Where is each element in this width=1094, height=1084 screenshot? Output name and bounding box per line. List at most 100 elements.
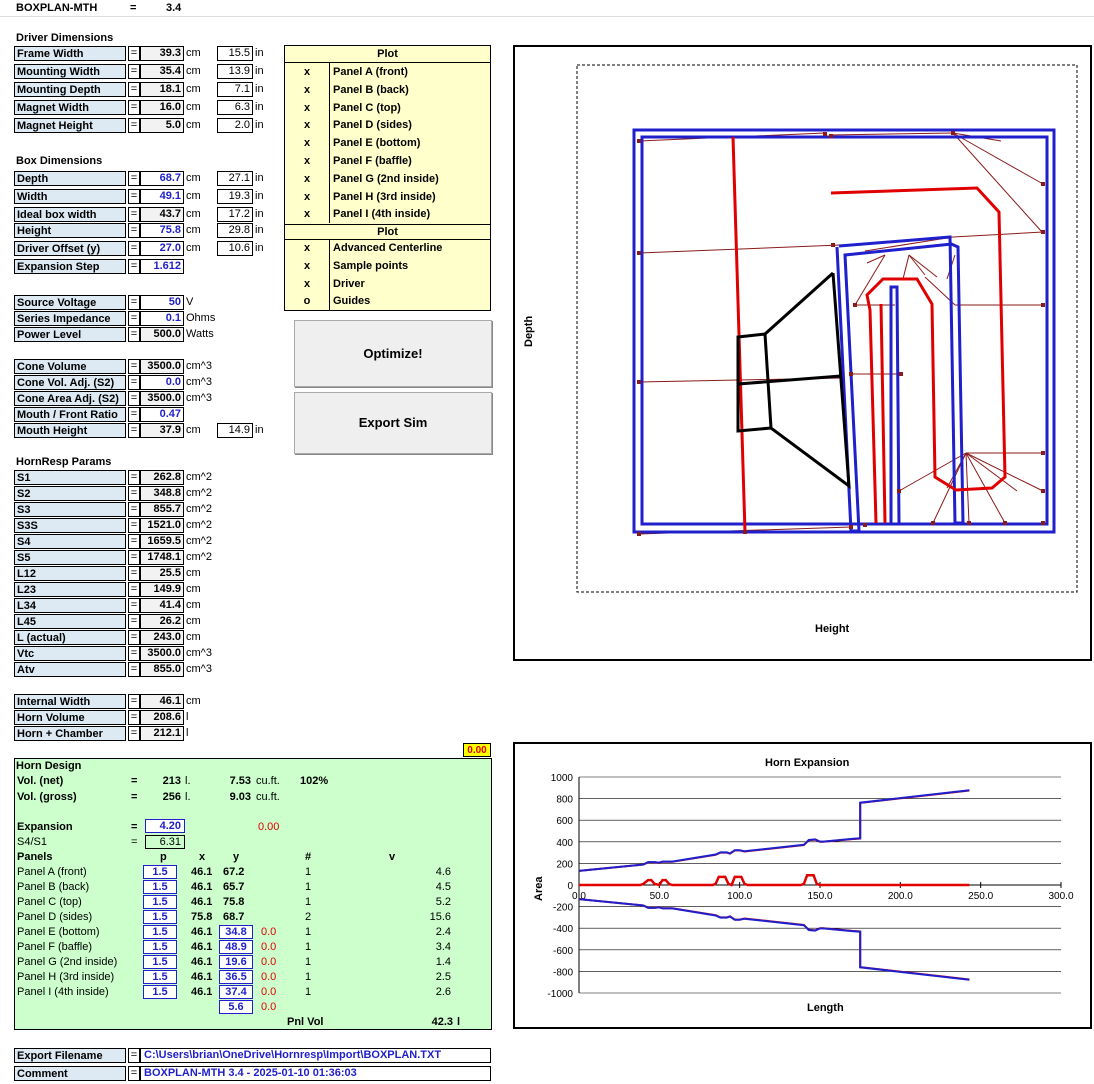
- horn-design-panel: Vol. (net) = 213 l. 7.53 cu.ft. 102% Vol…: [14, 758, 492, 1030]
- plot-item[interactable]: o Guides: [285, 292, 490, 311]
- horn-expansion-svg: 10008006004002000-200-400-600-800-10000.…: [547, 773, 1074, 1000]
- row-unit: Ohms: [186, 312, 216, 324]
- row-label: L (actual): [14, 630, 126, 645]
- row-eq: =: [128, 118, 140, 133]
- plot-item[interactable]: x Panel D (sides): [285, 116, 490, 135]
- plot-options-box: Plot x Advanced Centerline x Sample points x…: [284, 224, 491, 311]
- panel-x: 46.1: [191, 986, 213, 998]
- panel-y-input[interactable]: 19.6: [219, 955, 253, 969]
- row-value[interactable]: 75.8: [140, 223, 184, 238]
- export-filename-input[interactable]: C:\Users\brian\OneDrive\Hornresp\Import\…: [140, 1048, 491, 1063]
- plot-item[interactable]: x Advanced Centerline: [285, 239, 490, 257]
- row-label: Driver Offset (y): [14, 241, 126, 256]
- extra-y-value[interactable]: 5.6: [219, 1000, 253, 1014]
- header-divider: [0, 16, 1094, 17]
- plot-item-mark[interactable]: x: [285, 205, 330, 224]
- row-value[interactable]: 27.0: [140, 241, 184, 256]
- row-value[interactable]: 50: [140, 295, 184, 310]
- panel-r: 0.0: [261, 956, 277, 968]
- row-eq: =: [128, 534, 140, 549]
- plot-item[interactable]: x Panel C (top): [285, 98, 490, 117]
- row-value: 3500.0: [140, 646, 184, 661]
- series-line-1: [578, 789, 970, 872]
- panel-p-input[interactable]: 1.5: [143, 985, 177, 999]
- plot-item-mark[interactable]: x: [285, 63, 330, 81]
- plot-item[interactable]: x Panel B (back): [285, 80, 490, 99]
- plot-item[interactable]: x Driver: [285, 274, 490, 293]
- row-label: Depth: [14, 171, 126, 186]
- panel-x: 46.1: [191, 881, 213, 893]
- row-eq: =: [128, 311, 140, 326]
- row-label: Cone Volume: [14, 359, 126, 374]
- plot-item-mark[interactable]: x: [285, 134, 330, 153]
- plot-item-mark[interactable]: x: [285, 116, 330, 135]
- expansion-label: Expansion: [17, 821, 73, 833]
- x-tick-label: 50.0: [650, 891, 670, 902]
- panel-p-input[interactable]: 1.5: [143, 925, 177, 939]
- export-sim-button[interactable]: Export Sim: [294, 392, 492, 454]
- panel-n: 1: [305, 866, 312, 878]
- row-value[interactable]: 0.0: [140, 375, 184, 390]
- row-label: Frame Width: [14, 46, 126, 61]
- panel-v: 1.4: [435, 956, 451, 968]
- row-value: 5.0: [140, 118, 184, 133]
- row-unit: cm: [186, 172, 201, 184]
- row-label: Expansion Step: [14, 259, 126, 274]
- row-eq: =: [128, 64, 140, 79]
- panel-y-input[interactable]: 37.4: [219, 985, 253, 999]
- row-eq: =: [128, 46, 140, 61]
- row-value: 1521.0: [140, 518, 184, 533]
- plot-item-mark[interactable]: x: [285, 169, 330, 188]
- panel-p-input[interactable]: 1.5: [143, 910, 177, 924]
- driver-dimensions-title: Driver Dimensions: [16, 32, 114, 44]
- panel-y-input[interactable]: 48.9: [219, 940, 253, 954]
- row-value[interactable]: 49.1: [140, 189, 184, 204]
- expansion-red: 0.00: [258, 821, 280, 833]
- row-value[interactable]: 0.1: [140, 311, 184, 326]
- plot-item[interactable]: x Panel A (front): [285, 63, 490, 81]
- expansion-input[interactable]: 4.20: [145, 819, 185, 833]
- col-n: #: [305, 851, 312, 863]
- row-inches: 19.3: [217, 189, 253, 204]
- plot-item[interactable]: x Sample points: [285, 256, 490, 275]
- panel-p-input[interactable]: 1.5: [143, 895, 177, 909]
- panel-p-input[interactable]: 1.5: [143, 955, 177, 969]
- plot-item[interactable]: x Panel F (baffle): [285, 152, 490, 170]
- row-label: Width: [14, 189, 126, 204]
- comment-input[interactable]: BOXPLAN-MTH 3.4 - 2025-01-10 01:36:03: [140, 1066, 491, 1081]
- row-unit: cm^3: [186, 392, 212, 404]
- row-value: 208.6: [140, 710, 184, 725]
- vol-net-eq: =: [131, 775, 138, 787]
- plot-item-mark[interactable]: x: [285, 80, 330, 99]
- col-v: v: [389, 851, 396, 863]
- panel-x: 46.1: [191, 866, 213, 878]
- plot-item-mark[interactable]: x: [285, 187, 330, 206]
- warning-value: 0.00: [463, 743, 491, 757]
- plot-item-mark[interactable]: x: [285, 256, 330, 275]
- plot-item-mark[interactable]: x: [285, 152, 330, 170]
- row-value: 149.9: [140, 582, 184, 597]
- plot-item[interactable]: x Panel I (4th inside): [285, 205, 490, 224]
- panel-y: 75.8: [223, 896, 245, 908]
- panel-p-input[interactable]: 1.5: [143, 880, 177, 894]
- row-value[interactable]: 1.612: [140, 259, 184, 274]
- plot-item[interactable]: x Panel G (2nd inside): [285, 169, 490, 188]
- row-value[interactable]: 68.7: [140, 171, 184, 186]
- row-eq: =: [128, 241, 140, 256]
- panel-p-input[interactable]: 1.5: [143, 865, 177, 879]
- plot-item-mark[interactable]: o: [285, 292, 330, 311]
- plot-item-mark[interactable]: x: [285, 98, 330, 117]
- panel-p-input[interactable]: 1.5: [143, 970, 177, 984]
- plot-item[interactable]: x Panel H (3rd inside): [285, 187, 490, 206]
- row-value: 348.8: [140, 486, 184, 501]
- row-value[interactable]: 0.47: [140, 407, 184, 422]
- panel-y-input[interactable]: 34.8: [219, 925, 253, 939]
- optimize-button[interactable]: Optimize!: [294, 320, 492, 387]
- row-value: 3500.0: [140, 359, 184, 374]
- panel-p-input[interactable]: 1.5: [143, 940, 177, 954]
- plot-item[interactable]: x Panel E (bottom): [285, 134, 490, 153]
- y-tick-label: 600: [556, 816, 573, 827]
- plot-item-mark[interactable]: x: [285, 274, 330, 293]
- plot-item-mark[interactable]: x: [285, 239, 330, 257]
- panel-y-input[interactable]: 36.5: [219, 970, 253, 984]
